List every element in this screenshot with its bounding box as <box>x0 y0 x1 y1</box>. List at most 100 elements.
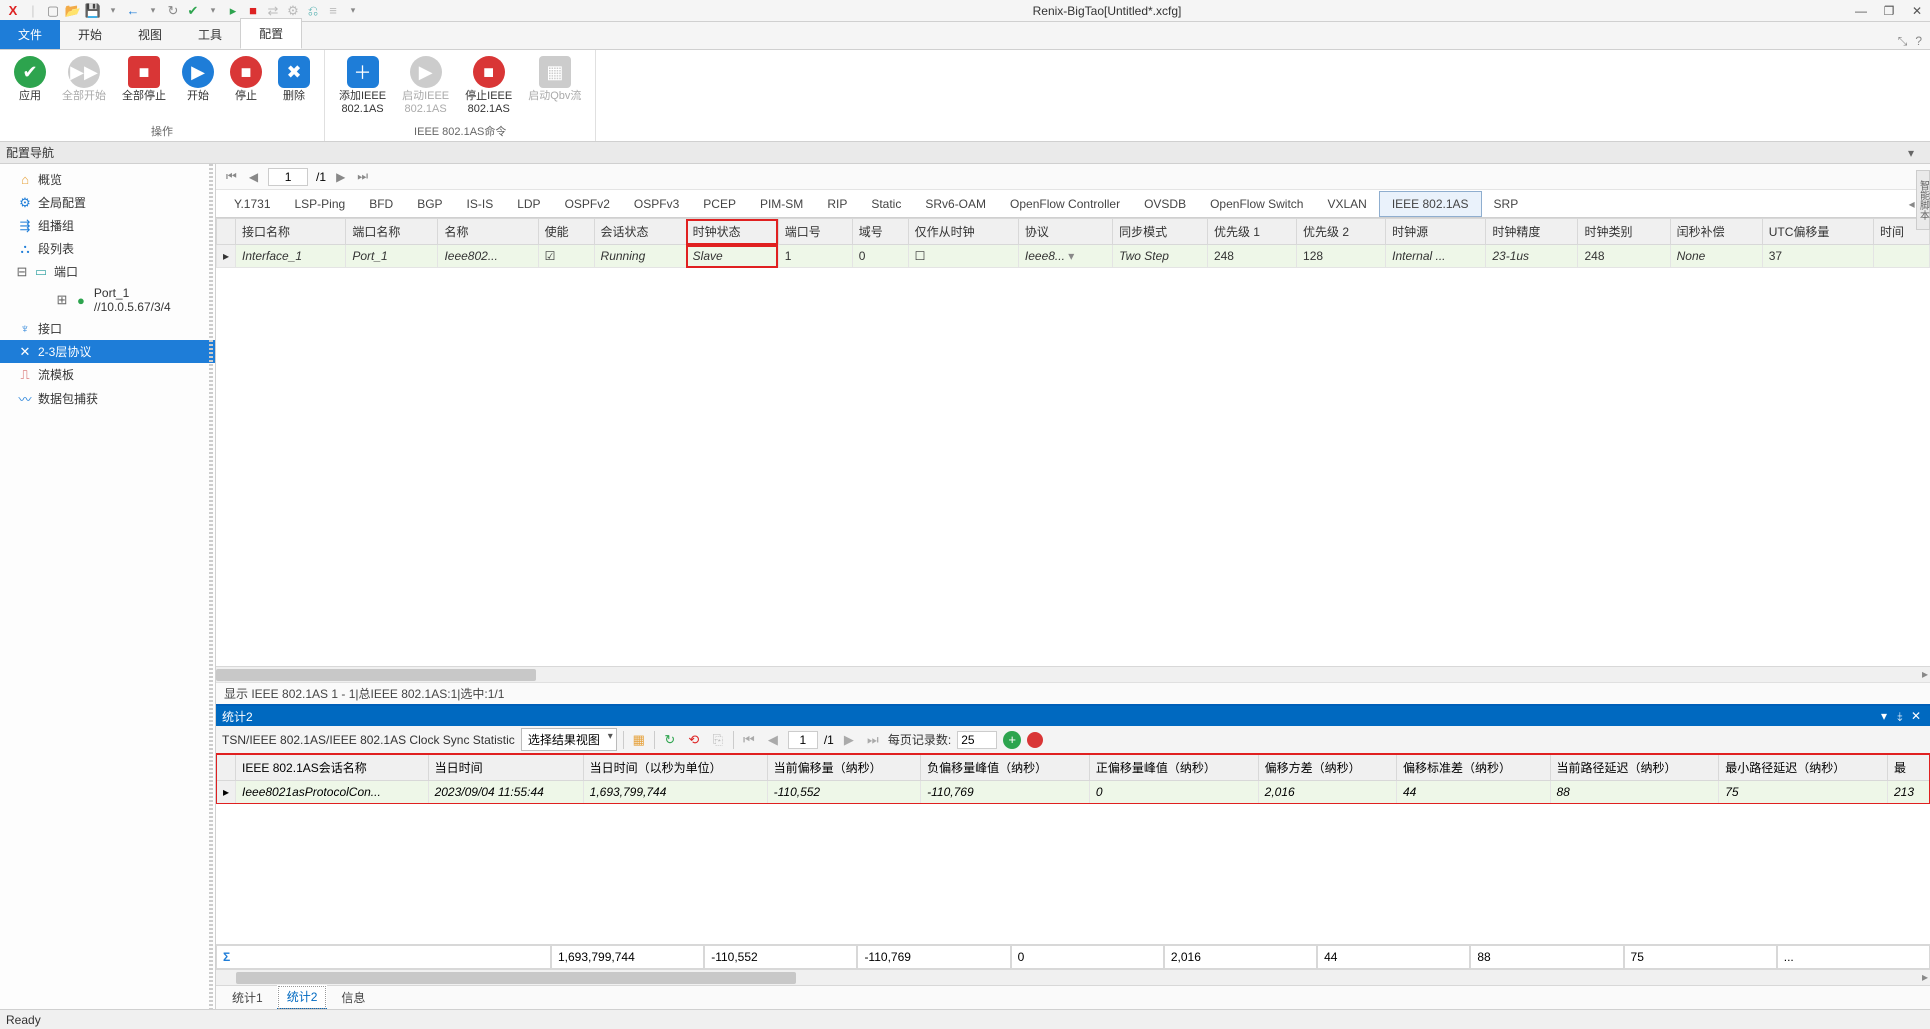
first-page-icon[interactable]: ⏮ <box>224 169 239 184</box>
stats-col-header[interactable]: 正偏移量峰值（纳秒） <box>1089 755 1258 781</box>
proto-tab-ldp[interactable]: LDP <box>505 192 552 216</box>
tab-config[interactable]: 配置 <box>240 18 302 49</box>
cell[interactable]: Ieee8... ▾ <box>1018 245 1112 268</box>
col-header[interactable]: 时钟类别 <box>1578 219 1670 245</box>
proto-tab-openflow-switch[interactable]: OpenFlow Switch <box>1198 192 1315 216</box>
cell[interactable]: 23-1us <box>1486 245 1578 268</box>
tab-info[interactable]: 信息 <box>331 986 375 1009</box>
col-header[interactable]: 优先级 1 <box>1207 219 1296 245</box>
stats-cell[interactable]: 213 <box>1888 781 1930 804</box>
tree-port[interactable]: ⊟▭端口 <box>0 260 215 283</box>
stats-cell[interactable]: 0 <box>1089 781 1258 804</box>
tree-overview[interactable]: ⌂概览 <box>0 168 215 191</box>
proto-tab-is-is[interactable]: IS-IS <box>455 192 506 216</box>
proto-tab-vxlan[interactable]: VXLAN <box>1315 192 1378 216</box>
col-header[interactable]: 名称 <box>438 219 538 245</box>
col-header[interactable]: 闰秒补偿 <box>1670 219 1762 245</box>
stats-cell[interactable]: 2,016 <box>1258 781 1396 804</box>
col-header[interactable]: 会话状态 <box>594 219 686 245</box>
cell[interactable]: Interface_1 <box>236 245 346 268</box>
tab-stats2[interactable]: 统计2 <box>277 985 328 1009</box>
col-header[interactable]: 端口名称 <box>346 219 438 245</box>
tool3-icon[interactable]: ≡ <box>324 2 342 20</box>
stats-cell[interactable]: 1,693,799,744 <box>583 781 767 804</box>
record-stop-icon[interactable] <box>1027 732 1043 748</box>
cell[interactable]: Port_1 <box>346 245 438 268</box>
stats-col-header[interactable]: 最小路径延迟（纳秒） <box>1719 755 1888 781</box>
row-selector[interactable]: ▸ <box>217 245 236 268</box>
cell[interactable]: Internal ... <box>1386 245 1486 268</box>
cell[interactable]: ☑ <box>538 245 594 268</box>
proto-tab-ospfv3[interactable]: OSPFv3 <box>622 192 691 216</box>
proto-tab-bfd[interactable]: BFD <box>357 192 405 216</box>
tool2-icon[interactable]: ⎌ <box>304 2 322 20</box>
stop-rec-icon[interactable]: ■ <box>244 2 262 20</box>
cell[interactable]: None <box>1670 245 1762 268</box>
qat-dd2-icon[interactable]: ▾ <box>144 2 162 20</box>
proto-tab-ovsdb[interactable]: OVSDB <box>1132 192 1198 216</box>
side-panel-handle[interactable]: 智能脚本 <box>1916 170 1930 230</box>
stats-pin-icon[interactable]: ⤈ <box>1892 709 1908 724</box>
proto-tab-y-1731[interactable]: Y.1731 <box>222 192 283 216</box>
stats-col-header[interactable]: 当前偏移量（纳秒） <box>767 755 921 781</box>
col-header[interactable]: UTC偏移量 <box>1762 219 1873 245</box>
stats-close-icon[interactable]: ✕ <box>1908 709 1924 723</box>
cell[interactable]: Slave <box>686 245 778 268</box>
play-icon[interactable]: ▸ <box>224 2 242 20</box>
back-icon[interactable]: ← <box>124 2 142 20</box>
start-qbv-button[interactable]: ▦启动Qbv流 <box>520 52 589 121</box>
tab-view[interactable]: 视图 <box>120 20 180 49</box>
stop-ieee-button[interactable]: ■停止IEEE 802.1AS <box>457 52 520 121</box>
open-file-icon[interactable]: 📂 <box>64 2 82 20</box>
proto-tab-ospfv2[interactable]: OSPFv2 <box>553 192 622 216</box>
stats-page-input[interactable] <box>788 731 818 749</box>
expand-icon[interactable]: ⊞ <box>56 292 68 308</box>
proto-tab-pcep[interactable]: PCEP <box>691 192 748 216</box>
collapse-icon[interactable]: ⊟ <box>16 264 28 280</box>
clear-stats-icon[interactable]: ⟲ <box>685 731 703 749</box>
tab-start[interactable]: 开始 <box>60 20 120 49</box>
save-file-icon[interactable]: 💾 <box>84 2 102 20</box>
close-icon[interactable]: ✕ <box>1908 2 1926 20</box>
stats-grid[interactable]: IEEE 802.1AS会话名称当日时间当日时间（以秒为单位）当前偏移量（纳秒）… <box>216 754 1930 804</box>
cell[interactable]: 1 <box>778 245 852 268</box>
run-check-icon[interactable]: ✔ <box>184 2 202 20</box>
cell[interactable]: 37 <box>1762 245 1873 268</box>
stats-col-header[interactable]: IEEE 802.1AS会话名称 <box>236 755 429 781</box>
stop-all-button[interactable]: ■全部停止 <box>114 52 174 121</box>
stats-prev-icon[interactable]: ◀ <box>764 731 782 749</box>
stats-cell[interactable]: 2023/09/04 11:55:44 <box>428 781 583 804</box>
tree-multicast[interactable]: ⇶组播组 <box>0 214 215 237</box>
cell[interactable]: 128 <box>1297 245 1386 268</box>
proto-tab-static[interactable]: Static <box>859 192 913 216</box>
qat-end-dd-icon[interactable]: ▾ <box>344 2 362 20</box>
stats-col-header[interactable]: 当日时间（以秒为单位） <box>583 755 767 781</box>
view-select-dropdown[interactable]: 选择结果视图 <box>521 728 617 751</box>
proto-tab-srv6-oam[interactable]: SRv6-OAM <box>913 192 998 216</box>
tool1-icon[interactable]: ⚙ <box>284 2 302 20</box>
col-header[interactable]: 仅作从时钟 <box>908 219 1018 245</box>
tab-file[interactable]: 文件 <box>0 20 60 49</box>
col-header[interactable]: 时钟精度 <box>1486 219 1578 245</box>
start-ieee-button[interactable]: ▶启动IEEE 802.1AS <box>394 52 457 121</box>
stats-cell[interactable]: Ieee8021asProtocolCon... <box>236 781 429 804</box>
page-input[interactable] <box>268 168 308 186</box>
maximize-icon[interactable]: ❐ <box>1880 2 1898 20</box>
qat-dd-icon[interactable]: ▾ <box>104 2 122 20</box>
refresh-icon[interactable]: ↻ <box>164 2 182 20</box>
apply-button[interactable]: ✔应用 <box>6 52 54 121</box>
stats-last-icon[interactable]: ⏭ <box>864 731 882 749</box>
prev-page-icon[interactable]: ◀ <box>247 170 260 184</box>
grid-view-icon[interactable]: ▦ <box>630 731 648 749</box>
panel-menu-icon[interactable]: ▾ <box>1908 146 1924 160</box>
stats-col-header[interactable]: 偏移方差（纳秒） <box>1258 755 1396 781</box>
row-selector[interactable]: ▸ <box>217 781 236 804</box>
col-header[interactable]: 时钟源 <box>1386 219 1486 245</box>
tree-port1[interactable]: ⊞●Port_1 //10.0.5.67/3/4 <box>0 283 215 317</box>
stats-col-header[interactable]: 当前路径延迟（纳秒） <box>1550 755 1719 781</box>
tree-segment[interactable]: ⛬段列表 <box>0 237 215 260</box>
col-header[interactable]: 时钟状态 <box>686 219 778 245</box>
tree-template[interactable]: ⎍流模板 <box>0 363 215 386</box>
minimize-icon[interactable]: — <box>1852 2 1870 20</box>
protocol-grid[interactable]: 接口名称端口名称名称使能会话状态时钟状态端口号域号仅作从时钟协议同步模式优先级 … <box>216 218 1930 666</box>
